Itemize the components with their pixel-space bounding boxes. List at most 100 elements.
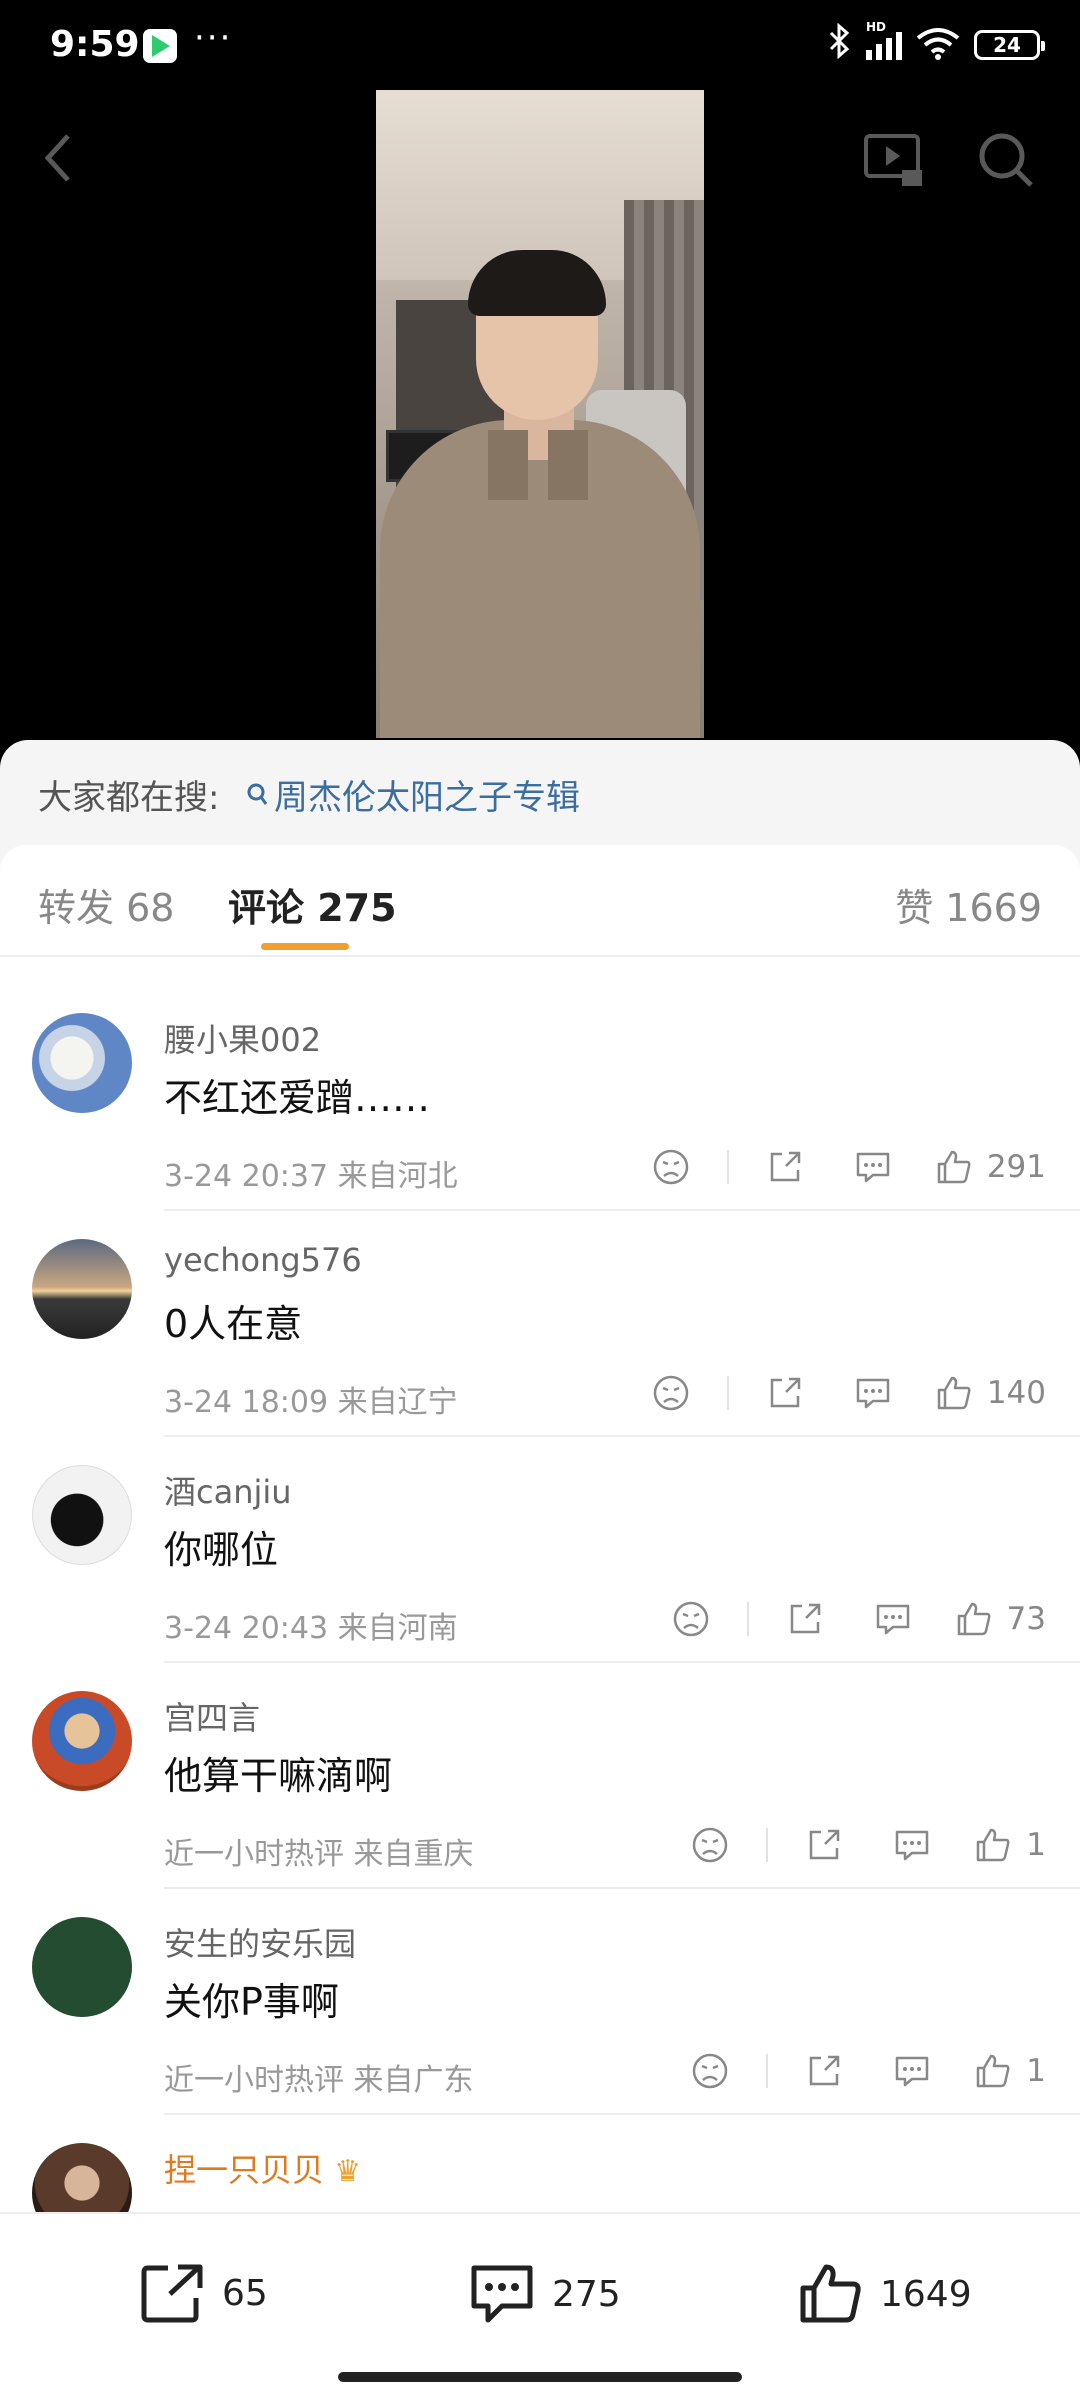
dislike-icon[interactable] — [665, 1593, 717, 1645]
like-button[interactable]: 1 — [974, 2052, 1046, 2090]
reply-icon[interactable] — [886, 2045, 938, 2097]
comment-item: 宫四言 他算干嘛滴啊 近一小时热评 来自重庆 1 — [0, 1663, 1080, 1889]
comment-meta: 3-24 18:09 来自辽宁 — [164, 1377, 458, 1421]
back-icon[interactable] — [40, 130, 80, 190]
reply-icon[interactable] — [847, 1141, 899, 1193]
avatar[interactable] — [32, 1013, 132, 1113]
share-icon[interactable] — [759, 1367, 811, 1419]
comment-item: 酒canjiu 你哪位 3-24 20:43 来自河南 73 — [0, 1437, 1080, 1663]
dislike-icon[interactable] — [645, 1141, 697, 1193]
thumbs-up-icon — [977, 1828, 1010, 1862]
video-frame[interactable] — [376, 90, 704, 738]
active-tab-indicator — [261, 943, 349, 950]
avatar[interactable] — [32, 1917, 132, 2017]
comment-username[interactable]: 腰小果002 — [164, 1015, 321, 1061]
comment-item: yechong576 0人在意 3-24 18:09 来自辽宁 140 — [0, 1211, 1080, 1437]
share-icon[interactable] — [798, 1819, 850, 1871]
repost-count: 65 — [222, 2272, 268, 2314]
like-button[interactable]: 1649 — [798, 2262, 972, 2326]
home-indicator[interactable] — [338, 2372, 742, 2382]
comment-username[interactable]: 酒canjiu — [164, 1467, 292, 1513]
like-count: 140 — [986, 1375, 1046, 1411]
video-player-icon[interactable] — [862, 130, 926, 194]
bluetooth-icon — [828, 22, 852, 68]
crown-badge-icon: ♛ — [334, 2154, 362, 2189]
comment-username[interactable]: 捏一只贝贝 ♛ — [164, 2145, 361, 2191]
comment-text[interactable]: 关你P事啊 — [164, 1971, 339, 2026]
like-button[interactable]: 1 — [974, 1826, 1046, 1864]
comment-actions: 1 — [684, 1819, 1046, 1871]
comment-actions: 291 — [645, 1141, 1046, 1193]
thumbs-up-icon — [977, 2054, 1010, 2088]
comment-actions: 140 — [645, 1367, 1046, 1419]
video-area — [0, 90, 1080, 750]
battery-level: 24 — [993, 33, 1021, 57]
thumbs-up-icon — [957, 1602, 991, 1636]
comment-location: 来自河北 — [337, 1159, 458, 1194]
thumbs-up-icon — [937, 1376, 971, 1410]
trending-search-link[interactable]: 周杰伦太阳之子专辑 — [246, 770, 580, 819]
tab-comments[interactable]: 评论 275 — [228, 877, 397, 932]
like-count: 1649 — [880, 2273, 972, 2315]
dislike-icon[interactable] — [684, 1819, 736, 1871]
comment-time: 3-24 18:09 — [164, 1385, 329, 1420]
comment-meta: 3-24 20:37 来自河北 — [164, 1151, 458, 1195]
comment-location: 来自重庆 — [353, 1837, 474, 1872]
tab-repost[interactable]: 转发 68 — [38, 877, 174, 932]
comment-time: 近一小时热评 — [164, 2063, 344, 2098]
comment-meta: 近一小时热评 来自重庆 — [164, 1829, 474, 1873]
share-icon[interactable] — [798, 2045, 850, 2097]
tab-bar: 转发 68 评论 275 赞 1669 — [0, 845, 1080, 957]
comment-location: 来自河南 — [337, 1611, 458, 1646]
comment-item: 安生的安乐园 关你P事啊 近一小时热评 来自广东 1 — [0, 1889, 1080, 2115]
comment-button[interactable]: 275 — [468, 2262, 621, 2326]
comment-username[interactable]: 宫四言 — [164, 1693, 260, 1739]
comment-meta: 3-24 20:43 来自河南 — [164, 1603, 458, 1647]
like-count: 1 — [1026, 1827, 1046, 1863]
cellular-signal-icon: HD — [866, 20, 902, 60]
repost-button[interactable]: 65 — [140, 2262, 268, 2324]
like-button[interactable]: 140 — [935, 1374, 1046, 1412]
comments-panel: 转发 68 评论 275 赞 1669 腰小果002 不红还爱蹭…… 3-24 … — [0, 845, 1080, 2400]
like-button[interactable]: 73 — [955, 1600, 1046, 1638]
search-icon[interactable] — [976, 130, 1036, 194]
share-icon[interactable] — [759, 1141, 811, 1193]
comment-time: 3-24 20:37 — [164, 1159, 329, 1194]
comment-location: 来自广东 — [353, 2063, 474, 2098]
status-time: 9:59 — [50, 24, 140, 65]
comment-item-partial: 捏一只贝贝 ♛ — [0, 2115, 1080, 2243]
wifi-icon — [916, 26, 960, 64]
battery-icon: 24 — [974, 30, 1045, 60]
reply-icon[interactable] — [886, 1819, 938, 1871]
avatar[interactable] — [32, 1465, 132, 1565]
like-button[interactable]: 291 — [935, 1148, 1046, 1186]
comment-location: 来自辽宁 — [337, 1385, 458, 1420]
share-icon — [141, 2264, 203, 2323]
comment-time: 近一小时热评 — [164, 1837, 344, 1872]
comment-list: 腰小果002 不红还爱蹭…… 3-24 20:37 来自河北 291 yecho… — [0, 985, 1080, 2243]
reply-icon[interactable] — [867, 1593, 919, 1645]
vip-username: 捏一只贝贝 — [164, 2151, 325, 2189]
comment-time: 3-24 20:43 — [164, 1611, 329, 1646]
comment-text[interactable]: 你哪位 — [164, 1519, 278, 1574]
comment-text[interactable]: 0人在意 — [164, 1293, 302, 1348]
search-small-icon — [247, 783, 268, 805]
tab-likes[interactable]: 赞 1669 — [895, 877, 1042, 932]
like-count: 73 — [1006, 1601, 1046, 1637]
comment-item: 腰小果002 不红还爱蹭…… 3-24 20:37 来自河北 291 — [0, 985, 1080, 1211]
avatar[interactable] — [32, 1239, 132, 1339]
comment-username[interactable]: 安生的安乐园 — [164, 1919, 356, 1965]
more-notifications-icon: ··· — [194, 18, 233, 58]
comment-actions: 73 — [665, 1593, 1046, 1645]
reply-icon[interactable] — [847, 1367, 899, 1419]
dislike-icon[interactable] — [684, 2045, 736, 2097]
comment-text[interactable]: 他算干嘛滴啊 — [164, 1745, 392, 1800]
avatar[interactable] — [32, 1691, 132, 1791]
thumbs-up-icon — [800, 2264, 861, 2323]
hd-label: HD — [866, 20, 887, 34]
comment-bubble-icon — [471, 2265, 533, 2323]
comment-text[interactable]: 不红还爱蹭…… — [164, 1067, 430, 1122]
share-icon[interactable] — [779, 1593, 831, 1645]
dislike-icon[interactable] — [645, 1367, 697, 1419]
comment-username[interactable]: yechong576 — [164, 1241, 362, 1279]
